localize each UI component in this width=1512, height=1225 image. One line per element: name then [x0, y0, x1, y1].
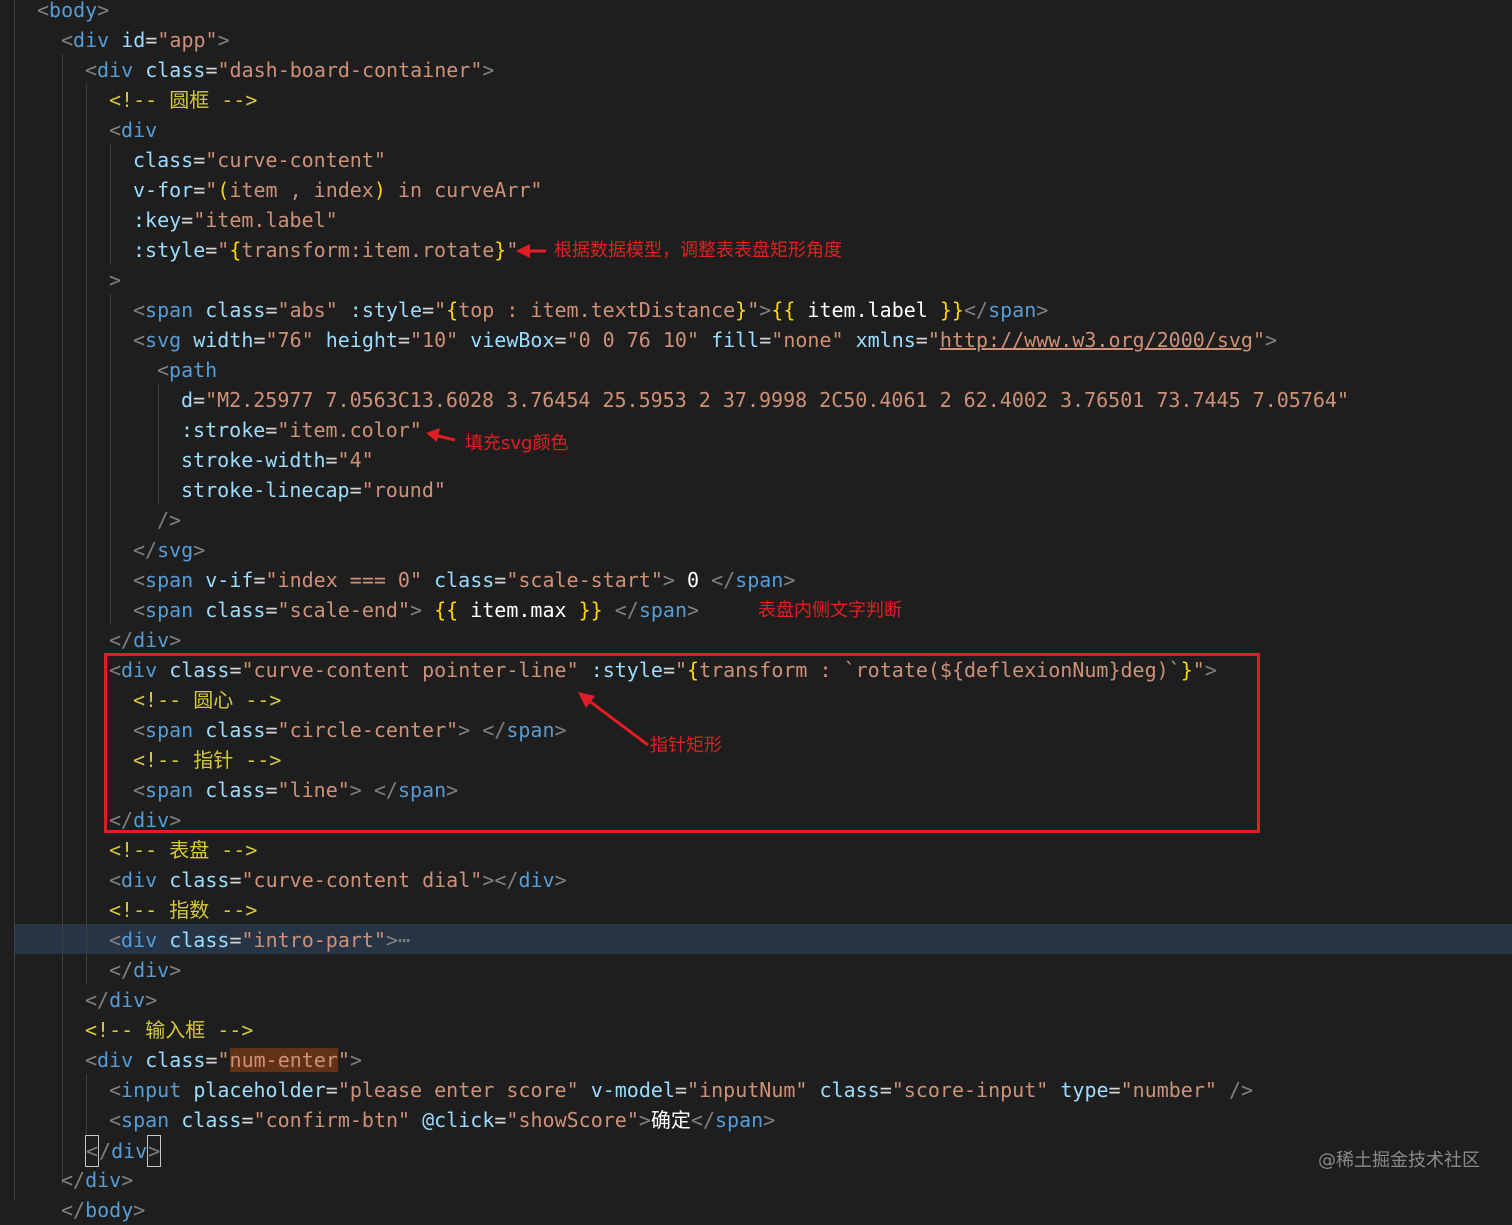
annotation-stroke: 填充svg颜色 — [465, 433, 569, 454]
arrow-head-icon — [578, 692, 595, 708]
annotation-arrows — [426, 244, 649, 747]
annotation-rotate: 根据数据模型，调整表表盘矩形角度 — [554, 240, 842, 261]
annotation-scale: 表盘内侧文字判断 — [758, 600, 902, 621]
watermark: @稀土掘金技术社区 — [1318, 1150, 1480, 1171]
arrow-head-icon — [516, 244, 530, 258]
tag-name: body — [85, 1198, 134, 1222]
arrow-head-icon — [426, 428, 440, 442]
arrow-pointer-note — [587, 698, 649, 747]
code-editor[interactable]: <body> <div id="app"> <div class="dash-b… — [0, 0, 1512, 1222]
annotation-pointer: 指针矩形 — [650, 735, 722, 756]
